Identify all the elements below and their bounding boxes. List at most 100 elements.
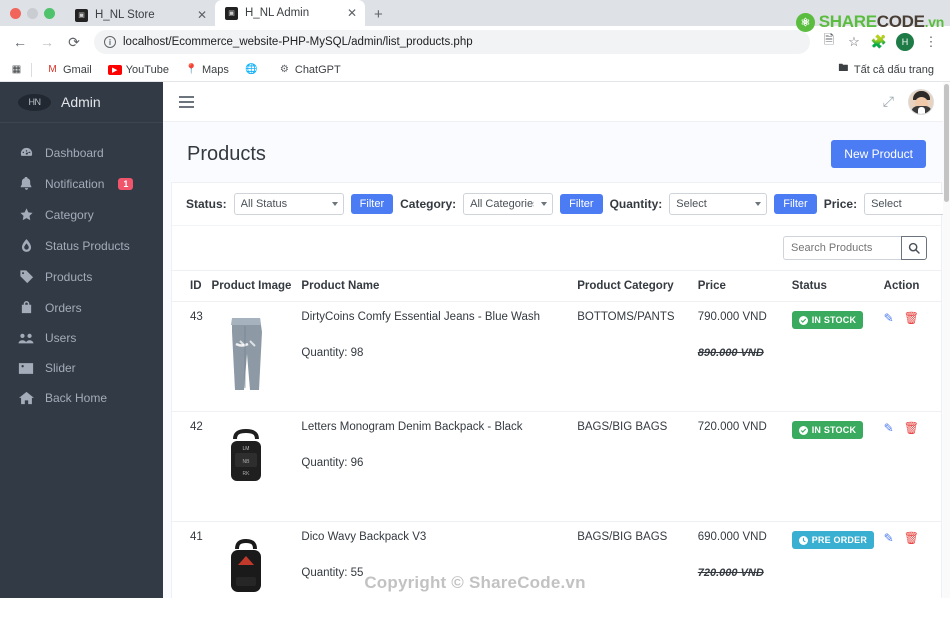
page-title: Products	[187, 142, 266, 165]
fullscreen-icon[interactable]: ⤢	[883, 93, 894, 110]
sidebar-item-label: Products	[45, 269, 93, 284]
logo-vn-text: .vn	[924, 14, 945, 30]
cell-price: 790.000 VND 890.000 VND	[693, 301, 788, 412]
status-label: IN STOCK	[811, 425, 857, 435]
sidebar-item-notification[interactable]: Notification 1	[0, 168, 163, 199]
col-product-name: Product Name	[297, 270, 574, 302]
reload-button[interactable]: ⟳	[62, 30, 86, 54]
cell-image	[207, 521, 298, 598]
divider	[31, 62, 32, 77]
minimize-window-button[interactable]	[27, 7, 38, 19]
tab-title: H_NL Store	[95, 9, 155, 21]
notification-count-badge: 1	[118, 177, 134, 190]
sidebar-nav: Dashboard Notification 1 Category Status…	[0, 123, 163, 413]
translate-icon[interactable]: 🗎	[818, 31, 840, 53]
col-product-image: Product Image	[207, 270, 298, 302]
bookmark-youtube[interactable]: ▶ YouTube	[102, 62, 175, 78]
table-row[interactable]: 43 DirtyCoins Comfy Essential Jeans - Bl…	[172, 301, 941, 412]
chatgpt-icon: ⚙	[279, 64, 289, 75]
maximize-window-button[interactable]	[44, 7, 55, 19]
new-product-button[interactable]: New Product	[831, 140, 926, 168]
apps-grid-icon[interactable]: ▦	[10, 63, 23, 76]
star-icon	[18, 207, 34, 222]
bookmark-maps[interactable]: 📍 Maps	[179, 61, 235, 78]
cell-id: 41	[172, 521, 208, 598]
product-name: Dico Wavy Backpack V3	[301, 531, 427, 543]
logo-share-text: SHARE	[818, 12, 877, 31]
sidebar-item-label: Slider	[45, 361, 76, 375]
delete-icon[interactable]: 🗑	[904, 311, 919, 325]
forward-button[interactable]: →	[35, 30, 59, 54]
quantity-filter-select[interactable]: Select	[669, 193, 768, 215]
site-info-icon[interactable]: i	[104, 36, 116, 48]
browser-menu-icon[interactable]: ⋮	[920, 31, 942, 53]
bookmark-star-icon[interactable]: ☆	[843, 31, 865, 53]
category-filter-select[interactable]: All Categories	[463, 193, 554, 215]
close-tab-icon[interactable]: ✕	[347, 7, 357, 19]
status-filter-select[interactable]: All Status	[233, 193, 344, 215]
edit-icon[interactable]: ✎	[884, 531, 894, 545]
product-name: Letters Monogram Denim Backpack - Black	[301, 421, 523, 433]
scrollbar-thumb[interactable]	[944, 84, 949, 202]
browser-tab-store[interactable]: ▣ H_NL Store ✕	[65, 4, 215, 26]
bookmark-chatgpt[interactable]: ⚙ ChatGPT	[272, 61, 347, 78]
cell-status: PRE ORDER	[787, 521, 880, 598]
app-topbar: ⤢	[163, 82, 950, 122]
edit-icon[interactable]: ✎	[884, 311, 894, 325]
extensions-icon[interactable]: 🧩	[868, 31, 890, 53]
bookmark-gmail[interactable]: M Gmail	[40, 61, 98, 78]
close-window-button[interactable]	[10, 7, 21, 19]
address-bar[interactable]: i localhost/Ecommerce_website-PHP-MySQL/…	[94, 30, 810, 54]
all-bookmarks-button[interactable]: 🖿 Tất cả dấu trang	[831, 61, 940, 78]
search-button[interactable]	[901, 236, 927, 260]
sidebar-item-label: Dashboard	[45, 145, 104, 160]
sidebar-brand[interactable]: HN Admin	[0, 82, 163, 123]
status-filter-button[interactable]: Filter	[350, 194, 394, 214]
tag-icon	[18, 269, 34, 284]
sidebar-item-users[interactable]: Users	[0, 323, 163, 353]
sidebar-item-back-home[interactable]: Back Home	[0, 383, 163, 413]
cell-image: LM NB RK	[207, 411, 298, 522]
table-row[interactable]: 42 LM NB RK Letters Monogram Denim Backp…	[172, 411, 941, 522]
sidebar-item-status-products[interactable]: Status Products	[0, 230, 163, 261]
bag-icon	[18, 300, 34, 315]
browser-tab-admin[interactable]: ▣ H_NL Admin ✕	[215, 0, 365, 26]
price-filter-label: Price:	[823, 197, 858, 211]
avatar[interactable]	[908, 88, 934, 115]
edit-icon[interactable]: ✎	[884, 421, 894, 435]
cell-status: IN STOCK	[787, 411, 880, 522]
globe-icon: 🌐	[245, 64, 258, 75]
tab-favicon: ▣	[75, 8, 88, 22]
sidebar-item-dashboard[interactable]: Dashboard	[0, 137, 163, 168]
page-scrollbar[interactable]	[943, 82, 950, 598]
browser-window: ⚛ SHARECODE.vn ▣ H_NL Store ✕ ▣ H_NL Adm…	[0, 0, 950, 618]
search-input[interactable]	[783, 236, 901, 260]
category-filter-label: Category:	[400, 197, 457, 211]
new-tab-button[interactable]: +	[365, 6, 392, 26]
window-controls	[8, 0, 65, 26]
sidebar-item-slider[interactable]: Slider	[0, 353, 163, 383]
sidebar-item-orders[interactable]: Orders	[0, 292, 163, 323]
delete-icon[interactable]: 🗑	[904, 421, 919, 435]
all-bookmarks-label: Tất cả dấu trang	[853, 63, 934, 76]
sidebar-item-products[interactable]: Products	[0, 261, 163, 292]
sidebar-item-label: Users	[45, 331, 77, 345]
cell-price: 690.000 VND 720.000 VND	[693, 521, 788, 598]
sidebar-item-category[interactable]: Category	[0, 199, 163, 230]
price-filter-select[interactable]: Select	[864, 193, 950, 215]
hamburger-icon[interactable]	[179, 95, 194, 108]
bookmark-globe[interactable]: 🌐	[239, 61, 268, 78]
sharecode-logo: ⚛ SHARECODE.vn	[795, 12, 945, 32]
profile-avatar[interactable]: H	[896, 33, 914, 51]
delete-icon[interactable]: 🗑	[904, 531, 919, 545]
sidebar: HN Admin Dashboard Notification 1 Catego…	[0, 82, 163, 598]
tab-title: H_NL Admin	[245, 7, 310, 19]
svg-text:LM: LM	[242, 446, 249, 452]
category-filter-button[interactable]: Filter	[560, 194, 603, 214]
close-tab-icon[interactable]: ✕	[197, 9, 207, 21]
quantity-filter-button[interactable]: Filter	[774, 194, 817, 214]
back-button[interactable]: ←	[8, 30, 32, 54]
table-row[interactable]: 41 Dico Wavy Backpack V3 Quantity: 55 BA…	[172, 521, 941, 598]
sidebar-item-label: Status Products	[45, 238, 130, 253]
product-price: 690.000 VND	[697, 531, 767, 543]
